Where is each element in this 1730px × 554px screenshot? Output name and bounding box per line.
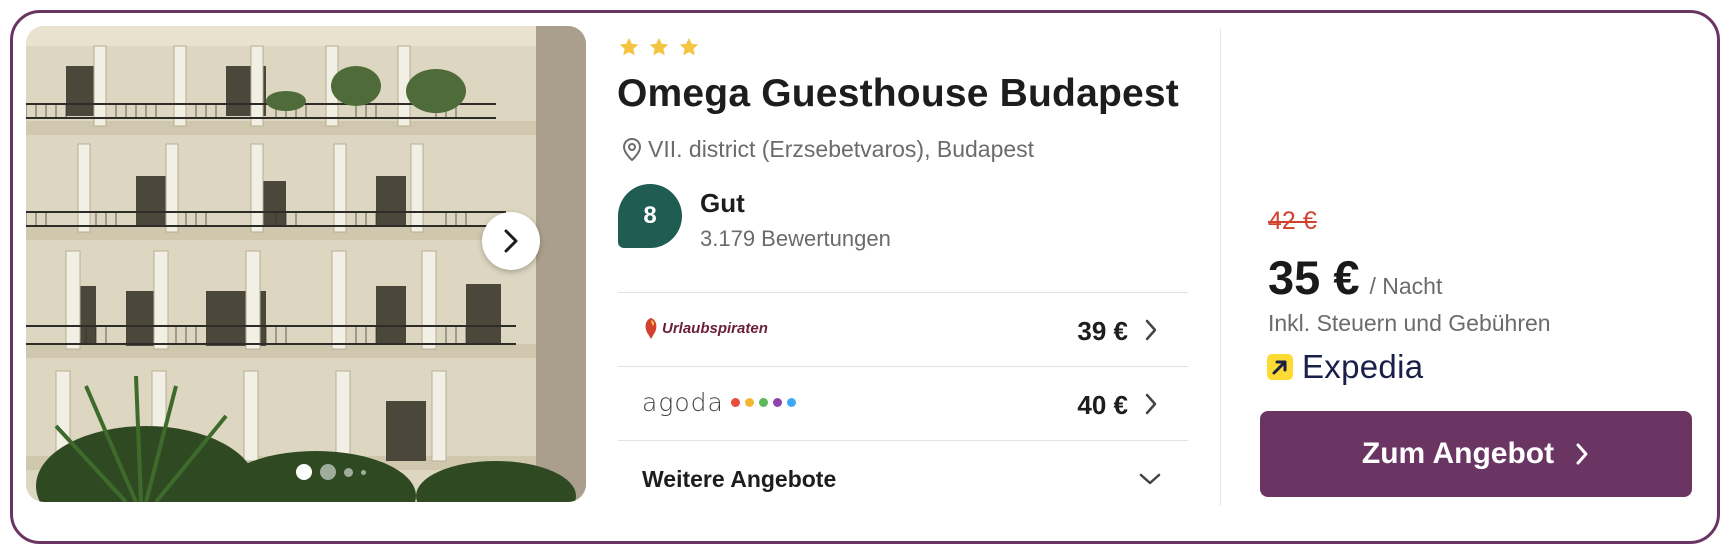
per-night-label: / Nacht [1369, 273, 1443, 299]
offer-row-urlaubspiraten[interactable]: Urlaubspiraten 39 € [618, 294, 1188, 366]
gallery-pagination [296, 464, 366, 480]
urlaubspiraten-logo: Urlaubspiraten [642, 316, 768, 340]
rating-label: Gut [700, 188, 745, 218]
provider-name: agoda [642, 388, 724, 417]
parrot-icon [645, 318, 657, 339]
divider [618, 366, 1188, 367]
gallery-dot[interactable] [361, 469, 366, 475]
deal-provider-name: Expedia [1302, 348, 1424, 385]
map-pin-icon [622, 137, 642, 161]
agoda-dot [744, 398, 754, 407]
column-separator [1220, 28, 1221, 506]
star-icon [679, 37, 699, 56]
review-count[interactable]: 3.179 Bewertungen [700, 226, 891, 252]
view-deal-button[interactable]: Zum Angebot [1260, 411, 1692, 497]
divider [618, 440, 1188, 441]
gallery-next-button[interactable] [482, 212, 540, 270]
chevron-right-icon [1576, 443, 1588, 465]
agoda-dot [786, 398, 796, 407]
divider [618, 292, 1188, 293]
chevron-right-icon [504, 229, 518, 253]
agoda-dot [772, 398, 782, 407]
gallery-dot[interactable] [320, 464, 336, 480]
offer-price: 39 € [1077, 316, 1128, 346]
more-offers-label: Weitere Angebote [642, 466, 837, 492]
agoda-dot [758, 398, 768, 407]
chevron-right-icon [1145, 319, 1157, 341]
deal-provider: Expedia [1266, 348, 1423, 386]
chevron-right-icon [1145, 393, 1157, 415]
gallery-dot[interactable] [344, 467, 353, 477]
old-price: 42 € [1268, 207, 1317, 235]
location-text: VII. district (Erzsebetvaros), Budapest [648, 136, 1035, 162]
view-deal-label: Zum Angebot [1361, 437, 1555, 470]
agoda-logo: agoda [642, 388, 796, 417]
hotel-name[interactable]: Omega Guesthouse Budapest [617, 72, 1179, 116]
current-price: 35 € [1268, 251, 1360, 304]
expedia-logo-icon [1267, 354, 1293, 380]
star-icon [619, 37, 639, 56]
star-icon [649, 37, 669, 56]
offer-row-agoda[interactable]: agoda 40 € [618, 368, 1188, 440]
more-offers-toggle[interactable]: Weitere Angebote [618, 442, 1188, 514]
rating-score-badge: 8 [618, 184, 682, 248]
offer-price: 40 € [1077, 390, 1128, 420]
tax-note: Inkl. Steuern und Gebühren [1268, 310, 1551, 336]
price-row: 35 € / Nacht [1268, 250, 1442, 305]
agoda-dot [730, 398, 740, 407]
hotel-location: VII. district (Erzsebetvaros), Budapest [620, 136, 1034, 163]
provider-name: Urlaubspiraten [662, 319, 768, 337]
chevron-down-icon [1139, 473, 1161, 485]
hotel-star-rating [618, 36, 700, 58]
gallery-dot-active[interactable] [296, 464, 312, 480]
